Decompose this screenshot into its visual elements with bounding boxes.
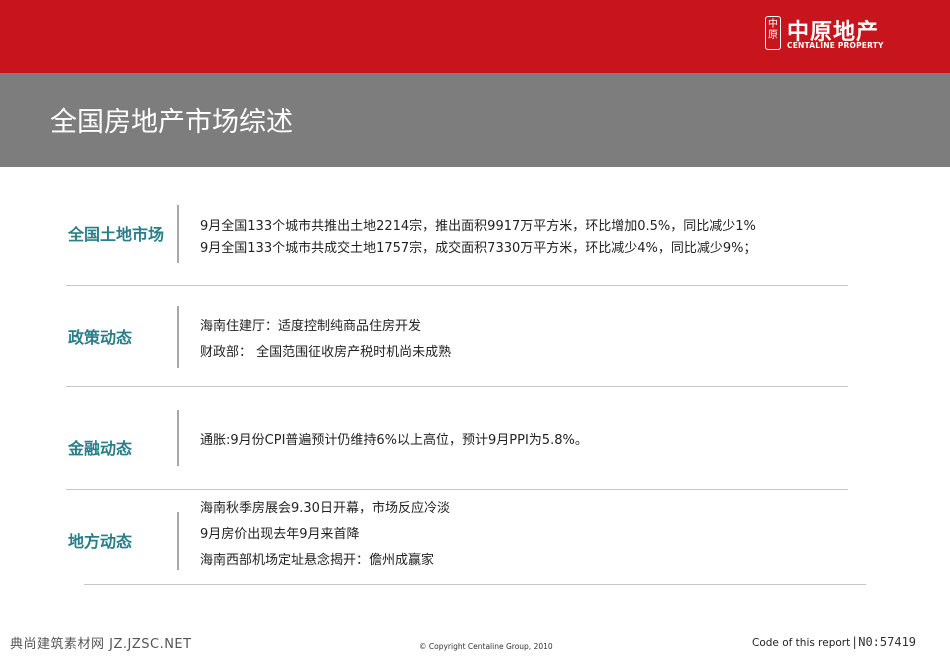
page-title: 全国房地产市场综述	[50, 107, 293, 138]
section-line: 财政部： 全国范围征收房产税时机尚未成熟	[200, 345, 452, 360]
logo-seal-icon: 中原	[765, 16, 781, 50]
report-number: |N0:57419	[851, 635, 917, 649]
section-line: 海南秋季房展会9.30日开幕，市场反应冷淡	[200, 501, 450, 516]
watermark-text: 典尚建筑素材网 JZ.JZSC.NET	[10, 637, 192, 652]
section-line: 海南住建厅：适度控制纯商品住房开发	[200, 319, 422, 334]
section-line: 通胀:9月份CPI普遍预计仍维持6%以上高位，预计9月PPI为5.8%。	[200, 433, 588, 448]
section-divider-bar	[177, 306, 179, 368]
copyright-text: © Copyright Centaline Group, 2010	[419, 642, 553, 651]
section-line: 9月全国133个城市共推出土地2214宗，推出面积9917万平方米，环比增加0.…	[200, 219, 756, 234]
section-category-local: 地方动态	[68, 532, 133, 551]
report-code-label: Code of this report	[752, 637, 851, 649]
section-line: 海南西部机场定址悬念揭开：儋州成赢家	[200, 553, 435, 568]
section-separator	[66, 386, 848, 387]
section-separator	[84, 584, 866, 585]
section-category-finance: 金融动态	[68, 439, 133, 458]
section-line: 9月房价出现去年9月来首降	[200, 527, 360, 542]
section-category-land-market: 全国土地市场	[68, 225, 165, 244]
section-separator	[66, 285, 848, 286]
section-divider-bar	[177, 205, 179, 263]
section-divider-bar	[177, 410, 179, 466]
section-separator	[66, 489, 848, 490]
logo-text-en: CENTALINE PROPERTY	[787, 41, 884, 50]
section-line: 9月全国133个城市共成交土地1757宗，成交面积7330万平方米，环比减少4%…	[200, 241, 757, 256]
section-divider-bar	[177, 512, 179, 570]
section-category-policy: 政策动态	[68, 328, 133, 347]
